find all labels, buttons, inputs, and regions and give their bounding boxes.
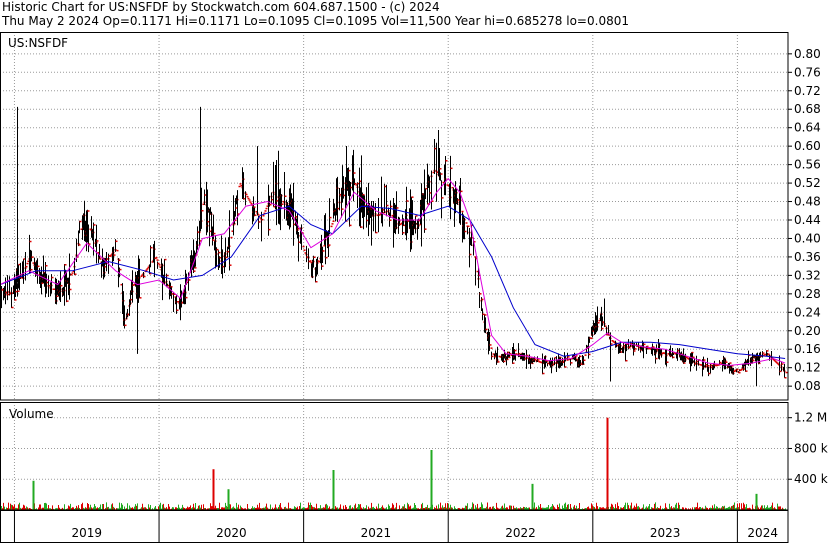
year-label: 2024 (747, 526, 778, 540)
price-tick-label: 0.56 (794, 158, 821, 172)
price-tick-label: 0.72 (794, 84, 821, 98)
price-tick-label: 0.44 (794, 213, 821, 227)
price-tick-label: 0.48 (794, 195, 821, 209)
price-tick-label: 0.60 (794, 139, 821, 153)
year-label: 2020 (216, 526, 247, 540)
price-tick-label: 0.24 (794, 305, 821, 319)
volume-tick-label: 400 k (794, 472, 828, 486)
price-tick-label: 0.08 (794, 379, 821, 393)
price-tick-label: 0.68 (794, 102, 821, 116)
price-tick-label: 0.80 (794, 47, 821, 61)
year-label: 2021 (361, 526, 392, 540)
price-tick-label: 0.28 (794, 287, 821, 301)
price-tick-label: 0.76 (794, 65, 821, 79)
price-tick-label: 0.20 (794, 324, 821, 338)
price-tick-label: 0.16 (794, 342, 821, 356)
symbol-label: US:NSFDF (8, 36, 68, 50)
price-tick-label: 0.40 (794, 231, 821, 245)
volume-tick-label: 1.2 M (794, 411, 827, 425)
price-tick-label: 0.32 (794, 268, 821, 282)
price-tick-label: 0.12 (794, 361, 821, 375)
year-label: 2023 (650, 526, 681, 540)
price-tick-label: 0.52 (794, 176, 821, 190)
chart-background (0, 32, 830, 543)
volume-tick-label: 800 k (794, 441, 828, 455)
price-tick-label: 0.64 (794, 121, 821, 135)
volume-panel-title: Volume (9, 407, 54, 421)
year-label: 2019 (71, 526, 102, 540)
chart-header-line-2: Thu May 2 2024 Op=0.1171 Hi=0.1171 Lo=0.… (2, 14, 629, 28)
price-tick-label: 0.36 (794, 250, 821, 264)
stock-chart: 0.80 0.76 0.72 0.68 0.64 0.60 0.56 0.52 0.48 0.44… (0, 32, 830, 543)
chart-header-line-1: Historic Chart for US:NSFDF by Stockwatc… (2, 0, 440, 14)
year-label: 2022 (505, 526, 536, 540)
